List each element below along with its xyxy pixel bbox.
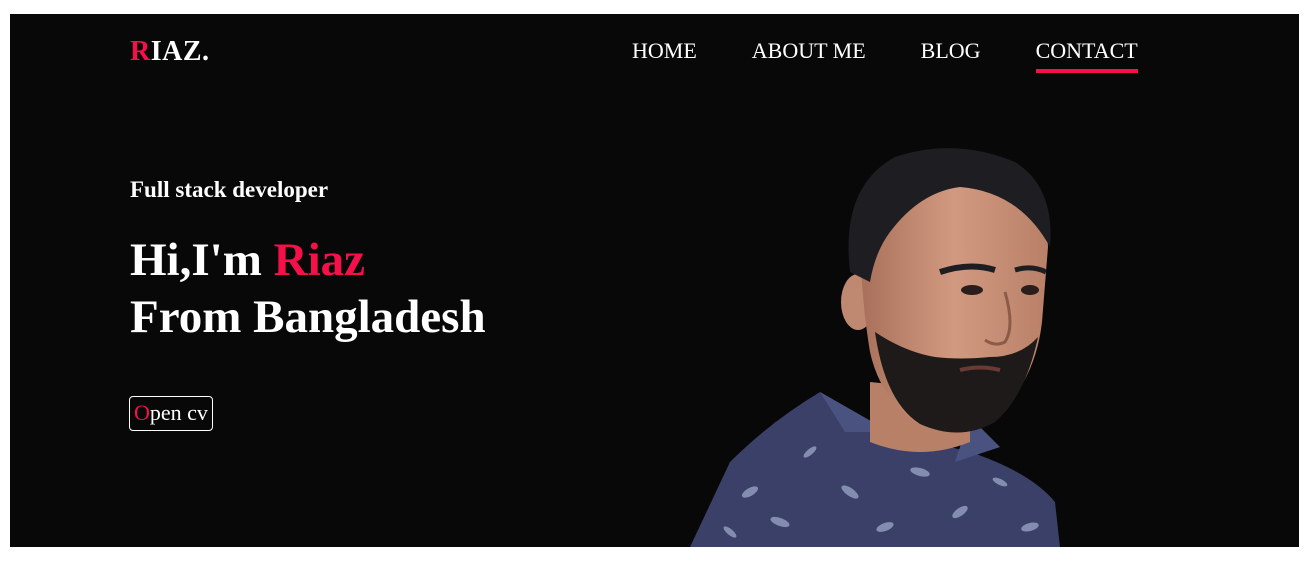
hero-name: Riaz	[273, 234, 365, 286]
headline-line-1: Hi,I'm Riaz	[130, 232, 486, 289]
site-logo[interactable]: RIAZ.	[130, 36, 210, 68]
nav-item-about-me[interactable]: ABOUT ME	[752, 38, 866, 73]
button-initial: O	[134, 400, 150, 425]
nav-item-blog[interactable]: BLOG	[921, 38, 981, 73]
main-nav: HOME ABOUT ME BLOG CONTACT	[632, 38, 1138, 73]
logo-text: IAZ.	[150, 36, 210, 67]
headline-line-2: From Bangladesh	[130, 291, 486, 343]
hero-section: RIAZ. HOME ABOUT ME BLOG CONTACT Full st…	[10, 14, 1299, 547]
open-cv-button[interactable]: Open cv	[129, 396, 213, 431]
profile-photo	[690, 148, 1060, 547]
nav-item-contact[interactable]: CONTACT	[1035, 38, 1138, 73]
logo-initial: R	[130, 36, 151, 67]
nav-item-home[interactable]: HOME	[632, 38, 697, 73]
greeting-text: Hi,I'm	[130, 234, 274, 286]
hero-subtitle: Full stack developer	[130, 177, 329, 202]
button-text: pen cv	[149, 400, 208, 425]
hero-headline: Hi,I'm Riaz From Bangladesh	[130, 232, 486, 346]
